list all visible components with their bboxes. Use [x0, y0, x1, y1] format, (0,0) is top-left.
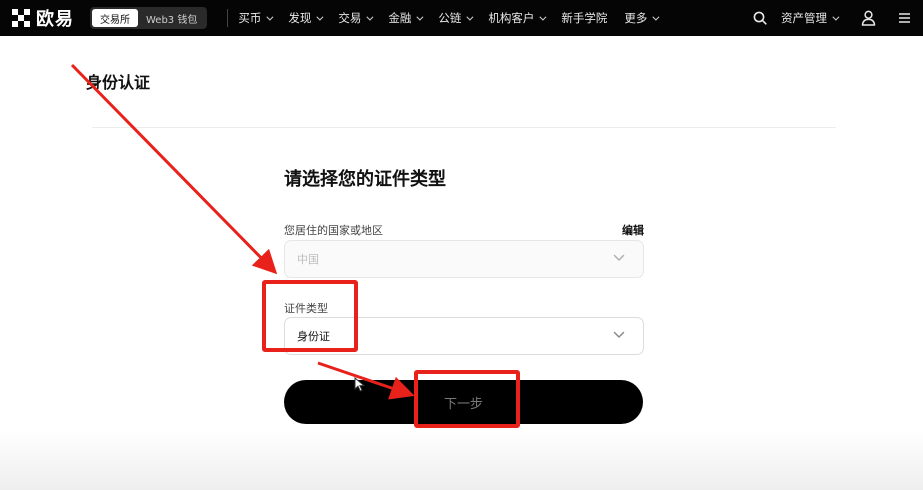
annotation-highlight-id-type	[262, 280, 358, 352]
annotation-arrow	[70, 63, 278, 275]
annotation-arrow	[317, 361, 415, 400]
background-fade	[0, 430, 923, 490]
annotation-highlight-next-button	[414, 370, 520, 428]
